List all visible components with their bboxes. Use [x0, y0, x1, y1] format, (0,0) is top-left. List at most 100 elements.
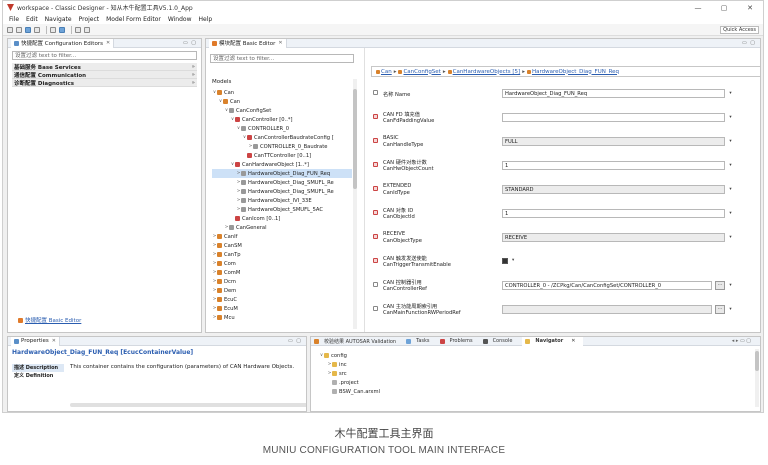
tab-autosar-validation[interactable]: 校验结果 AUTOSAR Validation	[314, 338, 401, 345]
tree-node[interactable]: > CanSM	[212, 241, 352, 250]
browse-reference-button[interactable]: ⋯	[715, 281, 725, 290]
breadcrumb-can[interactable]: Can	[381, 69, 392, 75]
maximize-button[interactable]: ▢	[711, 1, 737, 14]
scrollbar-thumb[interactable]	[353, 89, 357, 189]
tree-node[interactable]: > CanIf	[212, 232, 352, 241]
pane-controls[interactable]: ▭ ▢	[742, 40, 756, 46]
settings-icon[interactable]	[34, 26, 40, 33]
field-input[interactable]: CONTROLLER_0 - /ZCPkg/Can/CanConfigSet/C…	[502, 281, 712, 290]
tree-filter-input[interactable]: 设置过滤 text to filter...	[210, 54, 354, 63]
filter-input[interactable]: 设置过滤 text to filter...	[12, 51, 197, 60]
menu-help[interactable]: Help	[199, 16, 213, 23]
navigator-node[interactable]: .project	[319, 378, 380, 387]
close-icon[interactable]: ✕	[571, 338, 575, 344]
tree-node[interactable]: > HardwareObject_Diag_FUN_Req	[212, 169, 352, 178]
chevron-down-icon[interactable]: ▾	[512, 258, 514, 263]
close-icon[interactable]: ✕	[106, 40, 110, 46]
field-checkbox[interactable]	[502, 258, 508, 264]
close-icon[interactable]: ✕	[278, 40, 282, 46]
tree-node[interactable]: ∨ CONTROLLER_0	[212, 124, 352, 133]
back-icon[interactable]	[75, 26, 81, 33]
field-select[interactable]: RECEIVE	[502, 233, 725, 242]
pane-controls[interactable]: ▭ ▢	[183, 40, 197, 46]
tree-node[interactable]: > CanGeneral	[212, 223, 352, 232]
tree-node[interactable]: ∨ CanControllerBaudrateConfig [	[212, 133, 352, 142]
tree-node[interactable]: ∨ Can	[212, 97, 352, 106]
chevron-down-icon[interactable]: ▾	[728, 115, 733, 120]
navigator-scrollbar[interactable]	[755, 349, 759, 407]
category-diagnostics[interactable]: 诊断配置 Diagnostics »	[12, 79, 197, 87]
scrollbar-thumb[interactable]	[755, 351, 759, 371]
tree-node[interactable]: > HardwareObject_Diag_SMUFL_Re	[212, 178, 352, 187]
horizontal-scrollbar[interactable]	[70, 403, 306, 407]
forward-icon[interactable]	[84, 26, 90, 33]
menu-window[interactable]: Window	[168, 16, 192, 23]
tree-node[interactable]: > Dcm	[212, 277, 352, 286]
new-icon[interactable]	[7, 26, 13, 33]
tab-navigator[interactable]: Navigator ✕	[522, 337, 584, 346]
field-input[interactable]: 1	[502, 209, 725, 218]
tab-description[interactable]: 描述 Description	[12, 364, 64, 372]
tree-node[interactable]: ∨ CanHardwareObject [1..*]	[212, 160, 352, 169]
tree-node[interactable]: > ComM	[212, 268, 352, 277]
minimize-button[interactable]: —	[685, 1, 711, 14]
tree-node[interactable]: > CanTp	[212, 250, 352, 259]
tree-node[interactable]: CanTTController [0..1]	[212, 151, 352, 160]
tab-tasks[interactable]: Tasks	[406, 338, 434, 344]
chevron-down-icon[interactable]: ▾	[728, 163, 733, 168]
tab-configuration-editors[interactable]: 快捷配置 Configuration Editors ✕	[11, 39, 115, 48]
close-icon[interactable]: ✕	[52, 338, 56, 344]
navigator-node[interactable]: ∨ config	[319, 351, 380, 360]
field-input[interactable]: 1	[502, 161, 725, 170]
tab-basic-editor[interactable]: 模块配置 Basic Editor ✕	[209, 39, 287, 48]
menu-navigate[interactable]: Navigate	[45, 16, 72, 23]
save-icon[interactable]	[16, 26, 22, 33]
browse-reference-button[interactable]: ⋯	[715, 305, 725, 314]
field-input[interactable]: HardwareObject_Diag_FUN_Req	[502, 89, 725, 98]
navigator-node[interactable]: BSW_Can.arxml	[319, 387, 380, 396]
breadcrumb-current[interactable]: HardwareObject_Diag_FUN_Req	[532, 69, 619, 75]
chevron-down-icon[interactable]: ▾	[728, 235, 733, 240]
tree-scrollbar[interactable]	[353, 79, 357, 329]
quick-access-input[interactable]: Quick Access	[720, 26, 759, 34]
menu-file[interactable]: File	[9, 16, 19, 23]
tree-node[interactable]: > CONTROLLER_0_Baudrate	[212, 142, 352, 151]
close-button[interactable]: ✕	[737, 1, 763, 14]
field-input[interactable]	[502, 113, 725, 122]
chevron-down-icon[interactable]: ▾	[728, 283, 733, 288]
menu-edit[interactable]: Edit	[26, 16, 38, 23]
tab-definition[interactable]: 定义 Definition	[12, 372, 64, 380]
chevron-down-icon[interactable]: ▾	[728, 91, 733, 96]
tree-node[interactable]: ∨ CanController [0..*]	[212, 115, 352, 124]
tree-node[interactable]: ∨ Can	[212, 88, 352, 97]
navigator-node[interactable]: > inc	[319, 360, 380, 369]
tree-node[interactable]: > HardwareObject_IVI_33E	[212, 196, 352, 205]
save-all-icon[interactable]	[25, 26, 31, 33]
field-select[interactable]: STANDARD	[502, 185, 725, 194]
tree-node[interactable]: ∨ CanConfigSet	[212, 106, 352, 115]
tree-node[interactable]: > Dem	[212, 286, 352, 295]
tree-node[interactable]: CanIcom [0..1]	[212, 214, 352, 223]
menu-model-form-editor[interactable]: Model Form Editor	[106, 16, 161, 23]
tree-node[interactable]: > HardwareObject_Diag_SMUFL_Re	[212, 187, 352, 196]
pane-controls[interactable]: ◂ ▸ ▭ ▢	[732, 338, 751, 344]
field-input[interactable]	[502, 305, 712, 314]
chevron-down-icon[interactable]: ▾	[728, 211, 733, 216]
tab-properties[interactable]: Properties ✕	[11, 337, 60, 346]
tree-node[interactable]: > EcuC	[212, 295, 352, 304]
tree-node[interactable]: > EcuM	[212, 304, 352, 313]
tree-node[interactable]: > HardwareObject_SMUFL_5AC	[212, 205, 352, 214]
field-select[interactable]: FULL	[502, 137, 725, 146]
navigator-node[interactable]: > src	[319, 369, 380, 378]
tree-node[interactable]: > Mcu	[212, 313, 352, 322]
chevron-down-icon[interactable]: ▾	[728, 187, 733, 192]
generate-icon[interactable]	[59, 26, 65, 33]
breadcrumb-hardwareobjects[interactable]: CanHardwareObjects [5]	[453, 69, 521, 75]
breadcrumb-canconfigset[interactable]: CanConfigSet	[403, 69, 440, 75]
pane-controls[interactable]: ▭ ▢	[288, 338, 302, 344]
tab-console[interactable]: Console	[482, 338, 518, 344]
chevron-down-icon[interactable]: ▾	[728, 139, 733, 144]
basic-editor-link[interactable]: 快捷配置 Basic Editor	[18, 316, 81, 324]
tree-node[interactable]: > Com	[212, 259, 352, 268]
menu-project[interactable]: Project	[79, 16, 100, 23]
